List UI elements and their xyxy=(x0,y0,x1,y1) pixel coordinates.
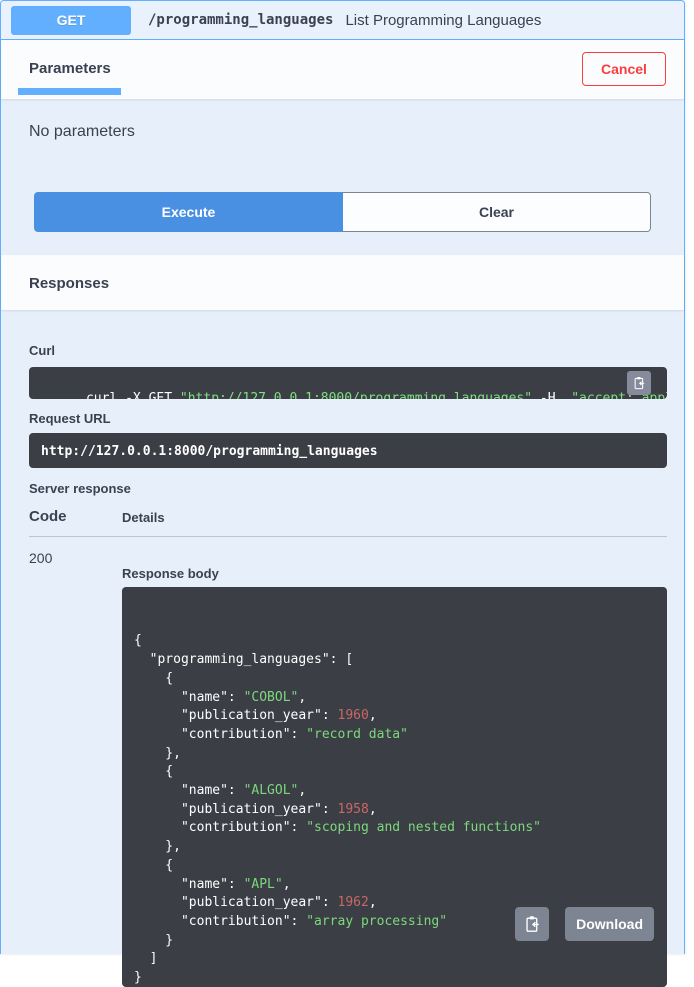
code-token: } xyxy=(134,933,173,948)
code-line: } xyxy=(134,969,655,987)
response-body-code[interactable]: { "programming_languages": [ { "name": "… xyxy=(122,587,667,987)
code-token: 1960 xyxy=(338,708,369,723)
code-token: { xyxy=(134,764,173,779)
code-line: "publication_year": 1960, xyxy=(134,707,655,726)
code-token: "contribution": xyxy=(134,820,306,835)
code-token: -H xyxy=(532,391,571,399)
code-line: { xyxy=(134,632,655,651)
code-token: curl -X GET xyxy=(86,391,180,399)
code-token: "name": xyxy=(134,877,244,892)
responses-inner: Curl curl -X GET "http://127.0.0.1:8000/… xyxy=(1,343,684,987)
request-url-label: Request URL xyxy=(29,411,667,426)
code-token: } xyxy=(134,970,142,985)
code-token: "contribution": xyxy=(134,914,306,929)
cancel-button[interactable]: Cancel xyxy=(582,52,666,86)
response-row-200: 200 Response body { "programming_languag… xyxy=(29,537,667,987)
clipboard-copy-icon xyxy=(523,915,541,933)
response-body-label: Response body xyxy=(122,566,667,581)
code-token: { xyxy=(134,858,173,873)
response-details-column: Response body { "programming_languages":… xyxy=(122,550,667,987)
code-token: }, xyxy=(134,746,181,761)
code-line: ] xyxy=(134,950,655,969)
response-table-header: Code Details xyxy=(29,508,667,537)
code-token: , xyxy=(283,877,291,892)
parameters-body: No parameters xyxy=(1,99,684,192)
clear-button[interactable]: Clear xyxy=(343,192,651,232)
code-token: "http://127.0.0.1:8000/programming_langu… xyxy=(180,391,532,399)
code-token: , xyxy=(369,708,377,723)
clipboard-copy-icon xyxy=(632,376,646,390)
code-token: "programming_languages": [ xyxy=(134,652,353,667)
code-line: "publication_year": 1958, xyxy=(134,801,655,820)
endpoint-path: /programming_languages xyxy=(148,12,333,28)
code-token: 1958 xyxy=(338,802,369,817)
response-controls: Download xyxy=(515,907,654,941)
operation-block-get: GET /programming_languages List Programm… xyxy=(0,0,685,954)
server-response-label: Server response xyxy=(29,481,667,496)
parameters-section-header: Parameters Cancel xyxy=(1,40,684,99)
code-token: "accept: application/json" xyxy=(571,391,667,399)
code-token: "publication_year": xyxy=(134,708,338,723)
code-column-header: Code xyxy=(29,508,122,525)
code-token: "name": xyxy=(134,690,244,705)
code-line: "name": "ALGOL", xyxy=(134,782,655,801)
code-token: { xyxy=(134,671,173,686)
code-token: "array processing" xyxy=(306,914,447,929)
code-token: , xyxy=(298,690,306,705)
code-line: "name": "COBOL", xyxy=(134,689,655,708)
responses-title: Responses xyxy=(1,255,684,292)
code-line: { xyxy=(134,763,655,782)
code-token: }, xyxy=(134,839,181,854)
responses-section-header: Responses xyxy=(1,255,684,310)
endpoint-description: List Programming Languages xyxy=(345,12,541,29)
code-line: { xyxy=(134,670,655,689)
curl-command-text: curl -X GET "http://127.0.0.1:8000/progr… xyxy=(86,391,667,399)
code-token: "publication_year": xyxy=(134,802,338,817)
status-code: 200 xyxy=(29,550,122,987)
curl-label: Curl xyxy=(29,343,667,358)
code-token: "name": xyxy=(134,783,244,798)
no-parameters-message: No parameters xyxy=(29,123,135,140)
code-line: "name": "APL", xyxy=(134,876,655,895)
code-line: { xyxy=(134,857,655,876)
code-line: }, xyxy=(134,838,655,857)
operation-summary[interactable]: GET /programming_languages List Programm… xyxy=(1,1,684,40)
active-tab-indicator xyxy=(18,88,121,95)
code-token: "scoping and nested functions" xyxy=(306,820,541,835)
code-line: "contribution": "record data" xyxy=(134,726,655,745)
code-token: "ALGOL" xyxy=(244,783,299,798)
code-token: "COBOL" xyxy=(244,690,299,705)
code-token: "APL" xyxy=(244,877,283,892)
code-token: , xyxy=(369,895,377,910)
execute-button[interactable]: Execute xyxy=(34,192,343,232)
request-url-value: http://127.0.0.1:8000/programming_langua… xyxy=(29,433,667,468)
execute-wrapper: Execute Clear xyxy=(1,192,684,232)
code-token: , xyxy=(369,802,377,817)
code-token: "publication_year": xyxy=(134,895,338,910)
code-token: "contribution": xyxy=(134,727,306,742)
code-token: { xyxy=(134,633,142,648)
code-token: 1962 xyxy=(338,895,369,910)
http-method-badge: GET xyxy=(11,6,131,35)
code-line: "contribution": "scoping and nested func… xyxy=(134,819,655,838)
download-button[interactable]: Download xyxy=(565,907,654,941)
code-token: , xyxy=(298,783,306,798)
copy-curl-button[interactable] xyxy=(627,371,651,395)
code-token: "record data" xyxy=(306,727,408,742)
copy-response-button[interactable] xyxy=(515,907,549,941)
code-line: }, xyxy=(134,745,655,764)
details-column-header: Details xyxy=(122,510,165,525)
code-line: "programming_languages": [ xyxy=(134,651,655,670)
curl-command[interactable]: curl -X GET "http://127.0.0.1:8000/progr… xyxy=(29,367,667,399)
